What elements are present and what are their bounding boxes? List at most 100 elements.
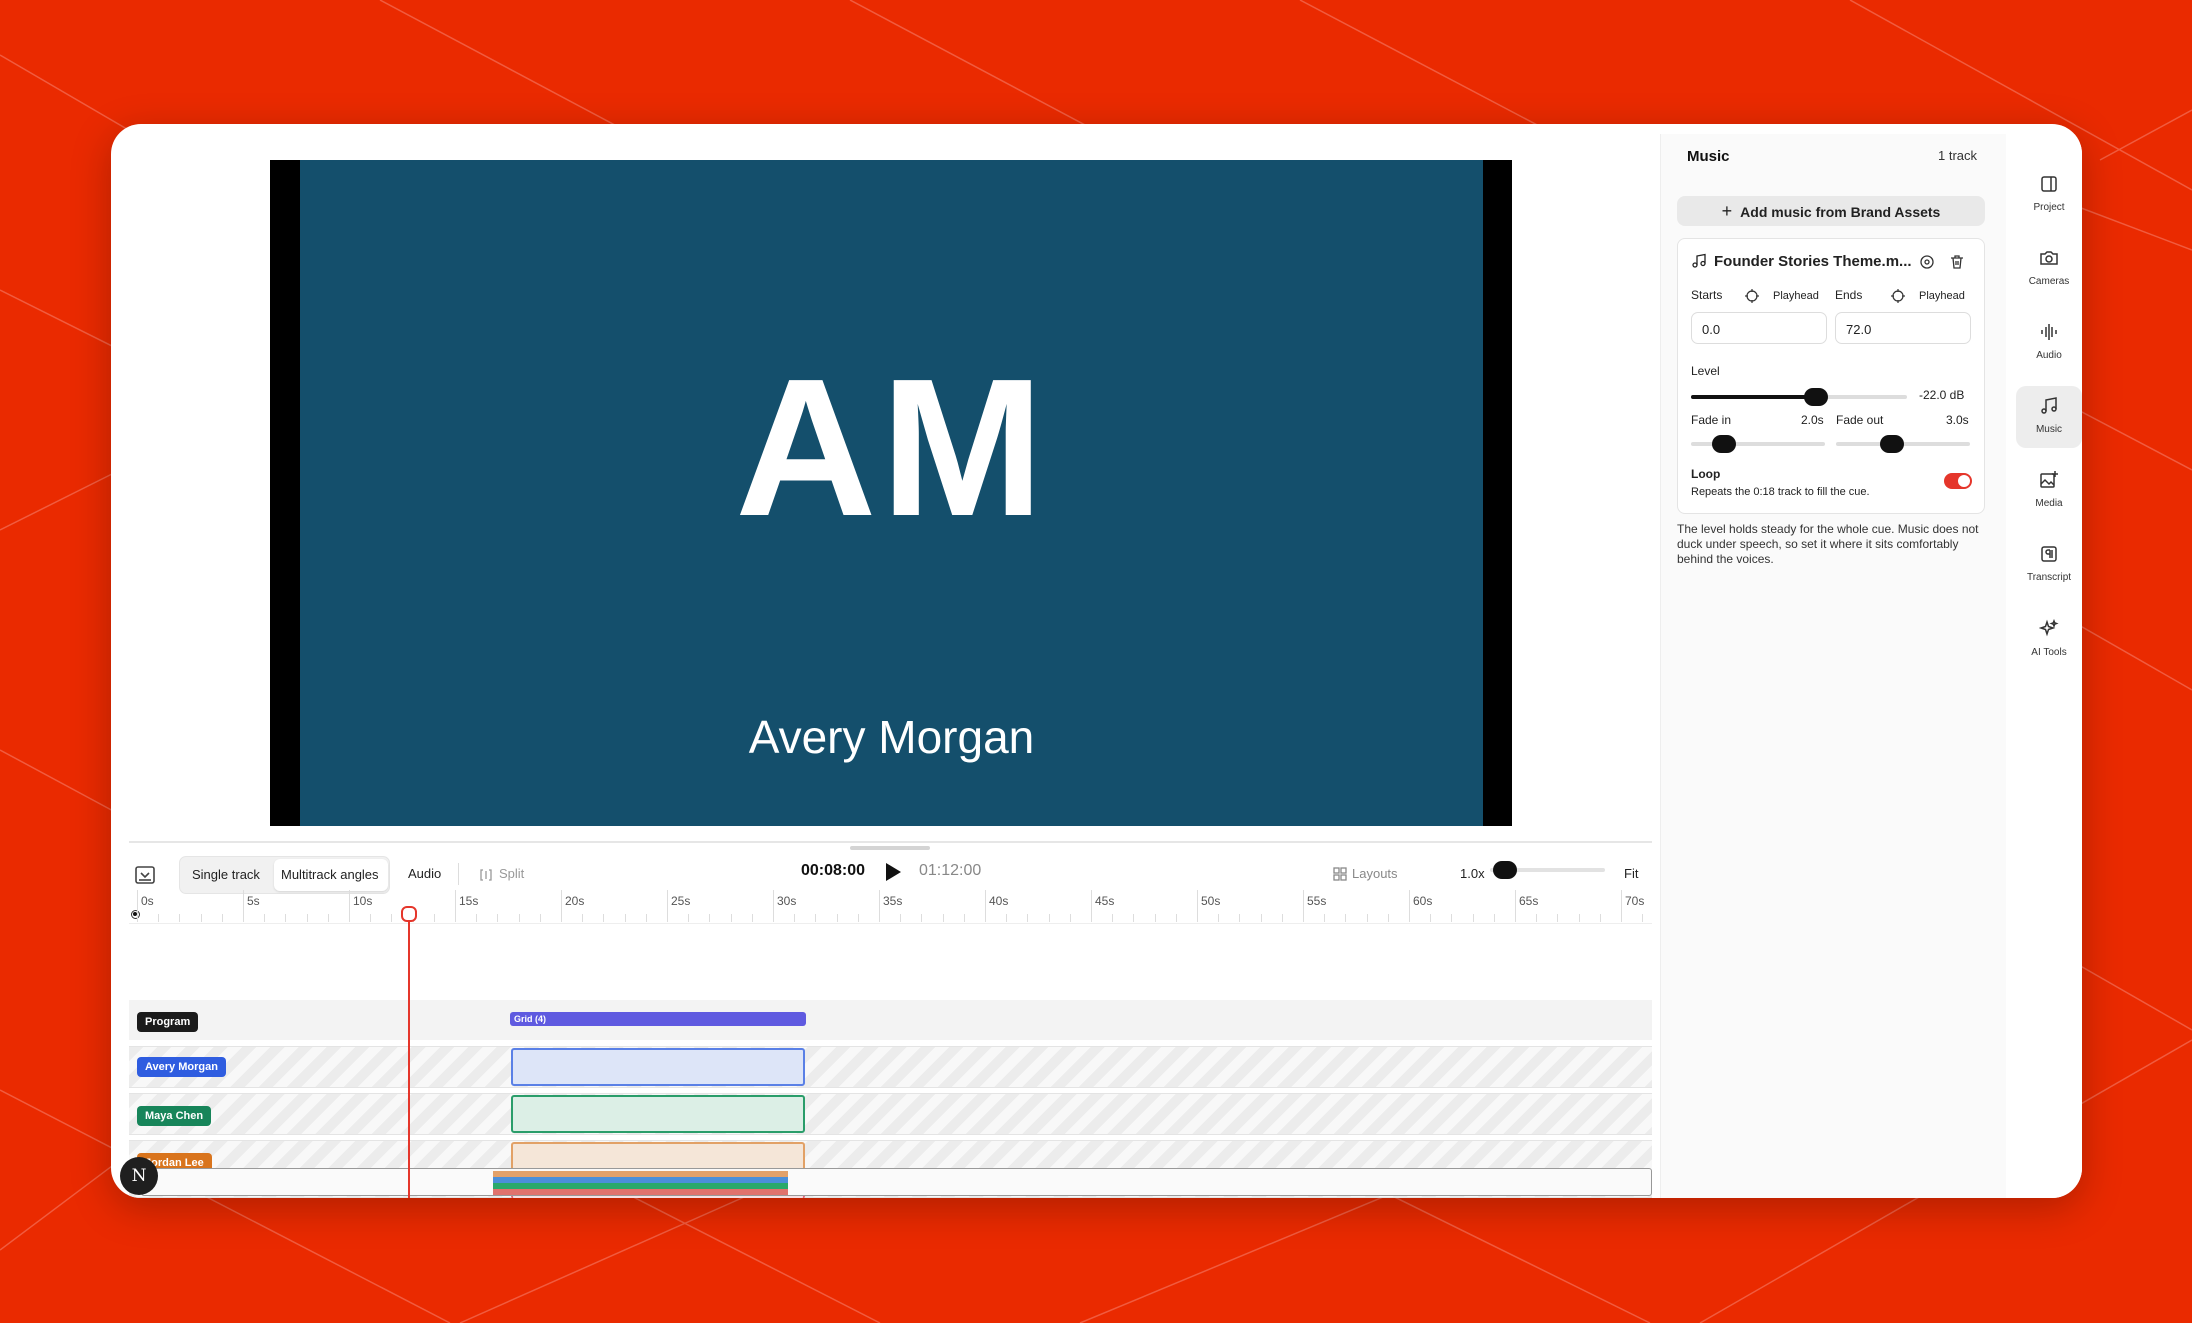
trash-icon[interactable]	[1949, 254, 1965, 270]
ends-playhead-button[interactable]: Playhead	[1919, 290, 1965, 302]
playhead-handle[interactable]	[401, 906, 417, 922]
ruler-label: 60s	[1413, 894, 1433, 908]
ruler-minor-tick	[1451, 914, 1453, 922]
avatar[interactable]: N	[120, 1157, 158, 1195]
ruler-minor-tick	[1536, 914, 1538, 922]
resize-handle[interactable]	[850, 846, 930, 850]
music-file-name: Founder Stories Theme.m...	[1714, 253, 1912, 270]
ruler-minor-tick	[1366, 914, 1368, 922]
multitrack-angles-button[interactable]: Multitrack angles	[281, 867, 379, 882]
ruler-label: 15s	[459, 894, 479, 908]
ruler-minor-tick	[1048, 914, 1050, 922]
music-note-icon	[2041, 397, 2057, 414]
ruler-minor-tick	[688, 914, 690, 922]
panel-icon	[2041, 176, 2057, 192]
ruler-minor-tick	[1430, 914, 1432, 922]
ruler-major-tick	[985, 890, 986, 922]
timeline-ruler[interactable]: 0s 5s 10s 15s 20s 25s 30s 35s 40s 45s 50s 55s 60s 65s…	[129, 890, 1707, 924]
preview-eye-icon[interactable]	[1919, 254, 1935, 270]
ruler-minor-tick	[221, 914, 223, 922]
ruler-minor-tick	[709, 914, 711, 922]
rail-label: Transcript	[2026, 572, 2072, 583]
rail-label: Media	[2035, 498, 2063, 509]
ruler-minor-tick	[1112, 914, 1114, 922]
loop-label: Loop	[1691, 467, 1721, 481]
rail-item-audio[interactable]: Audio	[2016, 312, 2082, 374]
ruler-minor-tick	[1493, 914, 1495, 922]
rail-item-music[interactable]: Music	[2016, 386, 2082, 448]
fit-button[interactable]: Fit	[1624, 866, 1638, 881]
ruler-minor-tick	[1387, 914, 1389, 922]
track-maya-chen: Maya Chen	[129, 1093, 1652, 1135]
playhead-line[interactable]	[408, 912, 410, 1198]
playhead-target-icon[interactable]	[1891, 289, 1905, 303]
add-music-label: Add music from Brand Assets	[1740, 204, 1941, 220]
zoom-slider-thumb[interactable]	[1493, 861, 1517, 879]
ruler-minor-tick	[603, 914, 605, 922]
play-icon[interactable]	[884, 862, 902, 882]
fade-out-slider-thumb[interactable]	[1880, 435, 1904, 453]
ruler-minor-tick	[1260, 914, 1262, 922]
track-label-avery: Avery Morgan	[137, 1057, 226, 1077]
ruler-major-tick	[1621, 890, 1622, 922]
rail-item-ai-tools[interactable]: AI Tools	[2016, 609, 2082, 671]
ruler-minor-tick	[327, 914, 329, 922]
clip-avery[interactable]	[511, 1048, 805, 1086]
ruler-major-tick	[137, 890, 138, 922]
timeline-minimap[interactable]	[141, 1168, 1652, 1196]
split-icon	[480, 869, 492, 881]
fade-out-value: 3.0s	[1946, 413, 1969, 427]
timeline-start-marker	[131, 910, 140, 919]
ruler-major-tick	[1197, 890, 1198, 922]
rail-item-cameras[interactable]: Cameras	[2016, 238, 2082, 300]
ruler-minor-tick	[794, 914, 796, 922]
collapse-timeline-icon[interactable]	[133, 863, 157, 887]
rail-label: Audio	[2036, 350, 2062, 361]
playhead-target-icon[interactable]	[1745, 289, 1759, 303]
ruler-minor-tick	[1345, 914, 1347, 922]
rail-item-transcript[interactable]: Transcript	[2016, 534, 2082, 596]
split-button[interactable]: Split	[499, 866, 524, 881]
fade-in-slider-thumb[interactable]	[1712, 435, 1736, 453]
total-duration: 01:12:00	[919, 862, 982, 879]
rail-item-project[interactable]: Project	[2016, 164, 2082, 226]
editor-window: AM Avery Morgan Single track Multitrack …	[111, 124, 2082, 1198]
single-track-button[interactable]: Single track	[192, 867, 260, 882]
ruler-label: 45s	[1095, 894, 1115, 908]
ruler-minor-tick	[1599, 914, 1601, 922]
ruler-major-tick	[1409, 890, 1410, 922]
rail-label: Project	[2033, 202, 2065, 213]
add-music-button[interactable]: + Add music from Brand Assets	[1677, 196, 1985, 226]
ruler-minor-tick	[1133, 914, 1135, 922]
music-note-icon	[1692, 253, 1706, 268]
audio-button[interactable]: Audio	[408, 866, 441, 881]
ruler-label: 40s	[989, 894, 1009, 908]
panel-title: Music	[1687, 148, 1730, 165]
image-plus-icon	[2040, 471, 2058, 488]
layouts-button[interactable]: Layouts	[1352, 866, 1398, 881]
ends-input[interactable]: 72.0	[1835, 312, 1971, 344]
program-track: Program	[129, 1000, 1652, 1040]
paragraph-icon	[2041, 546, 2057, 562]
ruler-label: 65s	[1519, 894, 1539, 908]
ruler-label: 20s	[565, 894, 585, 908]
ruler-minor-tick	[730, 914, 732, 922]
ruler-minor-tick	[1281, 914, 1283, 922]
ruler-label: 30s	[777, 894, 797, 908]
ruler-major-tick	[879, 890, 880, 922]
grid-layout-clip[interactable]: Grid (4)	[510, 1012, 806, 1026]
camera-icon	[2040, 251, 2058, 265]
ruler-minor-tick	[370, 914, 372, 922]
layouts-icon	[1333, 867, 1347, 881]
starts-input[interactable]: 0.0	[1691, 312, 1827, 344]
music-track-card	[1677, 238, 1985, 514]
ruler-minor-tick	[1218, 914, 1220, 922]
waveform-icon	[2041, 324, 2057, 340]
level-slider-thumb[interactable]	[1804, 388, 1829, 406]
clip-maya[interactable]	[511, 1095, 805, 1133]
level-label: Level	[1691, 364, 1720, 378]
loop-toggle[interactable]	[1944, 473, 1972, 489]
ruler-minor-tick	[1642, 914, 1644, 922]
starts-playhead-button[interactable]: Playhead	[1773, 290, 1819, 302]
rail-item-media[interactable]: Media	[2016, 460, 2082, 522]
